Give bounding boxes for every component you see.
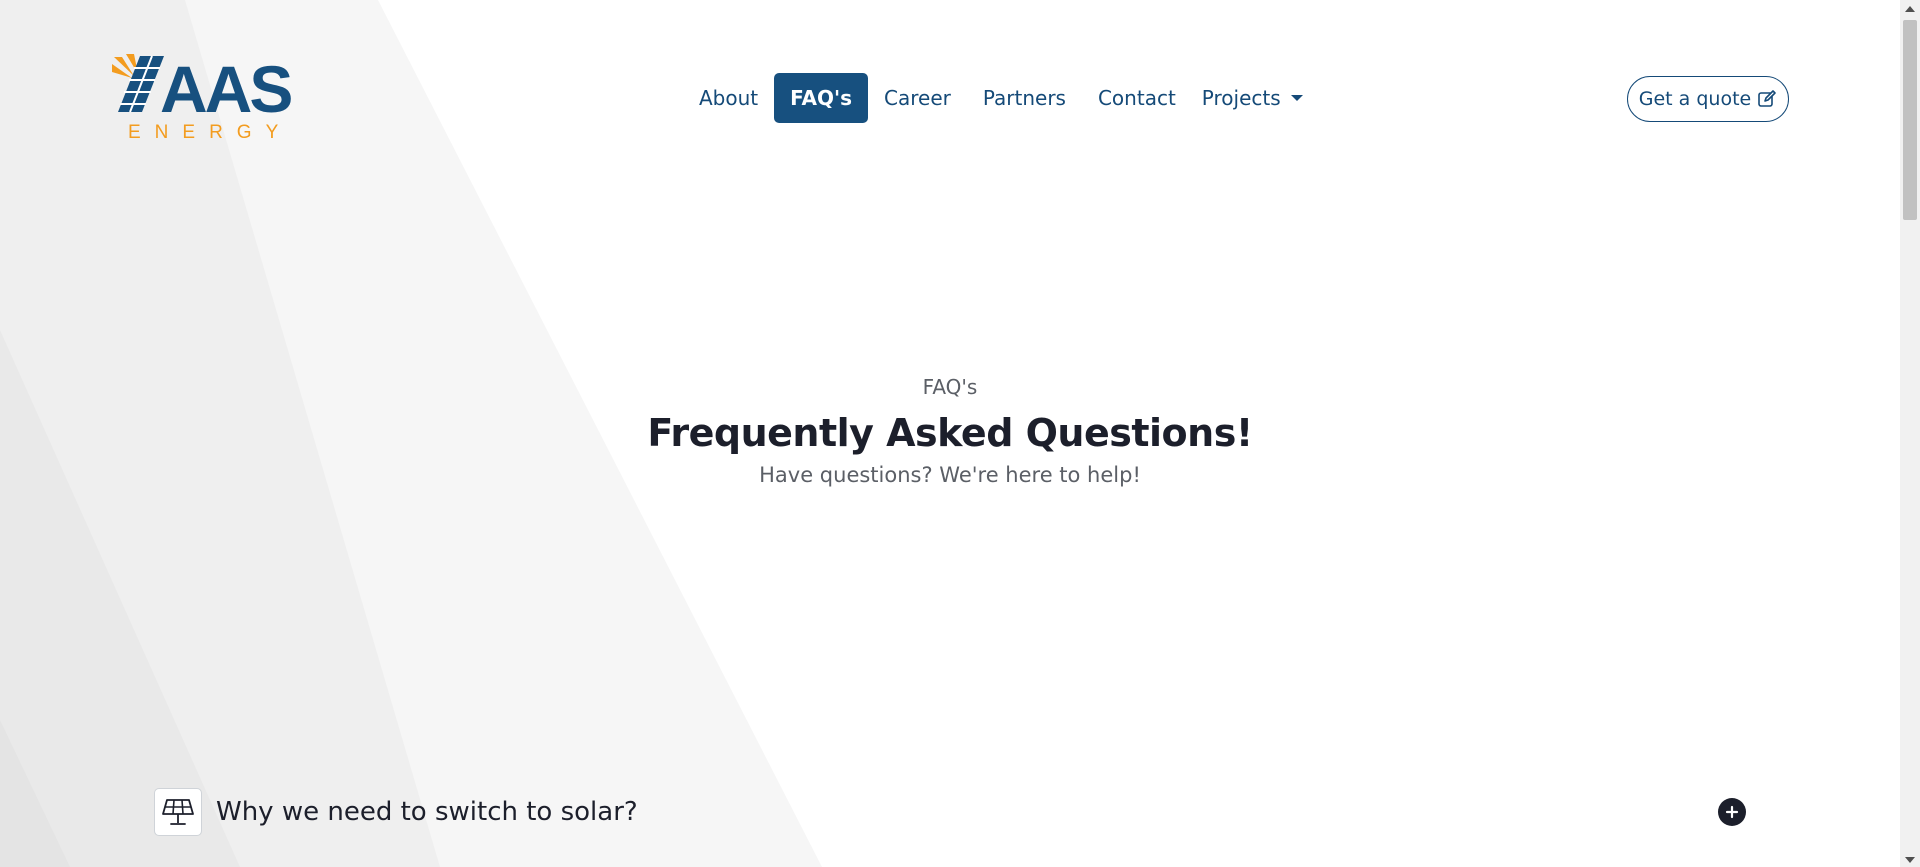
nav-about[interactable]: About	[683, 73, 774, 123]
page-subtitle: Have questions? We're here to help!	[759, 463, 1141, 487]
brand-logo[interactable]: AAS ENERGY	[112, 52, 312, 144]
page-scrollbar[interactable]	[1900, 0, 1920, 867]
faq-item[interactable]: Why we need to switch to solar?	[154, 786, 1748, 838]
nav-contact[interactable]: Contact	[1082, 73, 1192, 123]
logo-mark-icon: AAS ENERGY	[112, 52, 294, 143]
faq-question: Why we need to switch to solar?	[216, 797, 638, 827]
caret-down-icon	[1290, 95, 1303, 101]
plus-icon	[1725, 805, 1739, 819]
scroll-up-icon[interactable]	[1905, 6, 1915, 12]
section-eyebrow: FAQ's	[922, 375, 978, 399]
page: AAS ENERGY About FAQ's Career Partners C…	[0, 0, 1920, 867]
get-a-quote-label: Get a quote	[1638, 88, 1752, 110]
page-title: Frequently Asked Questions!	[647, 411, 1253, 455]
main-nav: About FAQ's Career Partners Contact Proj…	[683, 73, 1319, 123]
get-a-quote-button[interactable]: Get a quote	[1627, 76, 1789, 122]
nav-projects-dropdown[interactable]: Projects	[1192, 73, 1319, 123]
nav-projects-label: Projects	[1201, 86, 1281, 110]
svg-text:ENERGY: ENERGY	[128, 122, 292, 143]
scrollbar-thumb[interactable]	[1903, 20, 1917, 220]
solar-panel-icon	[162, 799, 194, 825]
scroll-down-icon[interactable]	[1905, 857, 1915, 863]
nav-career[interactable]: Career	[868, 73, 967, 123]
faq-icon-box	[154, 788, 202, 836]
nav-faqs[interactable]: FAQ's	[774, 73, 869, 123]
nav-partners[interactable]: Partners	[967, 73, 1082, 123]
edit-icon	[1758, 90, 1777, 107]
faq-hero: FAQ's Frequently Asked Questions! Have q…	[0, 372, 1900, 490]
svg-text:AAS: AAS	[160, 54, 291, 126]
plus-circle-icon[interactable]	[1718, 798, 1746, 826]
